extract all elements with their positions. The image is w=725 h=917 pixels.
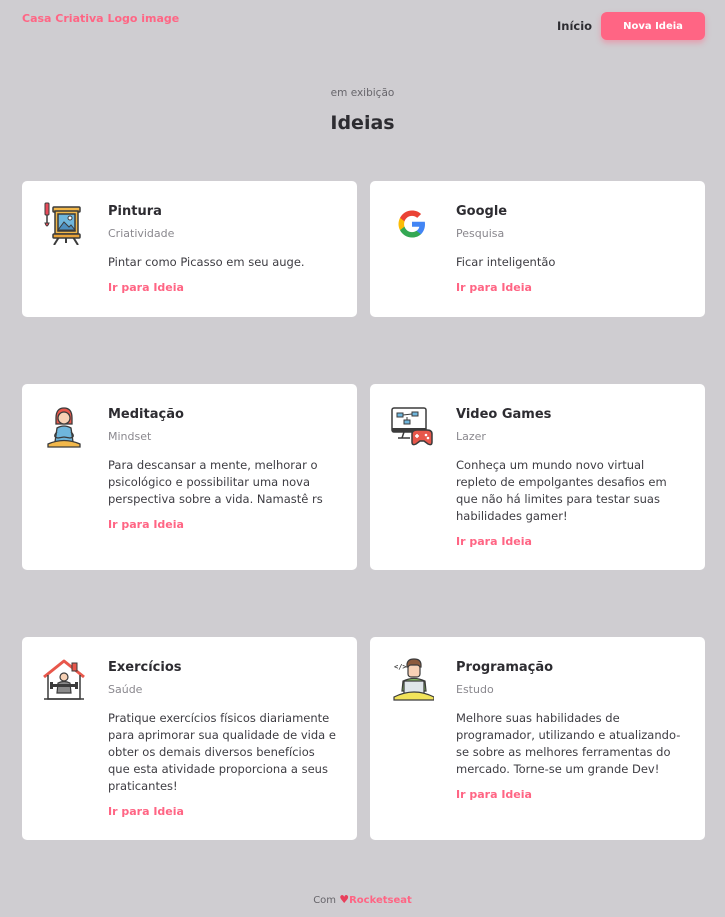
meditation-icon	[42, 404, 86, 448]
idea-title: Programação	[456, 660, 554, 675]
idea-title: Video Games	[456, 407, 552, 422]
go-to-idea-link[interactable]: Ir para Ideia	[108, 805, 184, 818]
idea-category: Criatividade	[108, 227, 175, 240]
idea-card: Google Pesquisa Ficar inteligentão Ir pa…	[370, 181, 705, 317]
go-to-idea-link[interactable]: Ir para Ideia	[108, 281, 184, 294]
idea-card-body: Video Games Lazer Conheça um mundo novo …	[456, 407, 684, 549]
idea-description: Conheça um mundo novo virtual repleto de…	[456, 458, 667, 523]
idea-description: Ficar inteligentão	[456, 255, 556, 269]
go-to-idea-link[interactable]: Ir para Ideia	[456, 535, 532, 548]
idea-card: Meditação Mindset Para descansar a mente…	[22, 384, 357, 570]
programmer-icon: </>	[390, 657, 434, 701]
idea-card-body: Google Pesquisa Ficar inteligentão Ir pa…	[456, 204, 684, 295]
idea-title: Exercícios	[108, 660, 182, 675]
idea-category: Mindset	[108, 430, 152, 443]
idea-title: Meditação	[108, 407, 184, 422]
idea-card-body: Meditação Mindset Para descansar a mente…	[108, 407, 336, 532]
idea-description: Melhore suas habilidades de programador,…	[456, 711, 681, 776]
section-subtitle: em exibição	[330, 87, 395, 99]
footer-prefix: Com	[313, 895, 337, 906]
new-idea-button[interactable]: Nova Ideia	[601, 12, 705, 40]
idea-title: Pintura	[108, 204, 162, 219]
idea-category: Lazer	[456, 430, 486, 443]
idea-card-body: Programação Estudo Melhore suas habilida…	[456, 660, 684, 802]
idea-card-body: Pintura Criatividade Pintar como Picasso…	[108, 204, 336, 295]
go-to-idea-link[interactable]: Ir para Ideia	[456, 281, 532, 294]
go-to-idea-link[interactable]: Ir para Ideia	[108, 518, 184, 531]
rocketseat-link[interactable]: Rocketseat	[349, 895, 412, 906]
idea-card: Video Games Lazer Conheça um mundo novo …	[370, 384, 705, 570]
google-logo-icon	[390, 201, 434, 245]
idea-category: Pesquisa	[456, 227, 505, 240]
nav-home-link[interactable]: Início	[557, 19, 592, 33]
logo-image[interactable]: Casa Criativa Logo image	[22, 12, 179, 25]
svg-text:</>: </>	[394, 663, 407, 671]
idea-card-body: Exercícios Saúde Pratique exercícios fís…	[108, 660, 336, 819]
idea-title: Google	[456, 204, 508, 219]
go-to-idea-link[interactable]: Ir para Ideia	[456, 788, 532, 801]
heart-icon: ♥	[339, 893, 350, 906]
idea-card: </> Programação Estudo Melhore suas habi…	[370, 637, 705, 840]
painting-easel-icon	[42, 201, 86, 245]
home-workout-icon	[42, 657, 86, 701]
idea-category: Estudo	[456, 683, 494, 696]
video-games-icon	[390, 404, 434, 448]
idea-description: Pintar como Picasso em seu auge.	[108, 255, 305, 269]
idea-category: Saúde	[108, 683, 143, 696]
idea-description: Para descansar a mente, melhorar o psico…	[108, 458, 323, 506]
page: Casa Criativa Logo image Início Nova Ide…	[0, 0, 725, 917]
idea-card: Pintura Criatividade Pintar como Picasso…	[22, 181, 357, 317]
idea-card: Exercícios Saúde Pratique exercícios fís…	[22, 637, 357, 840]
section-title: Ideias	[330, 112, 395, 134]
idea-description: Pratique exercícios físicos diariamente …	[108, 711, 336, 793]
footer: Com ♥Rocketseat	[0, 893, 725, 906]
